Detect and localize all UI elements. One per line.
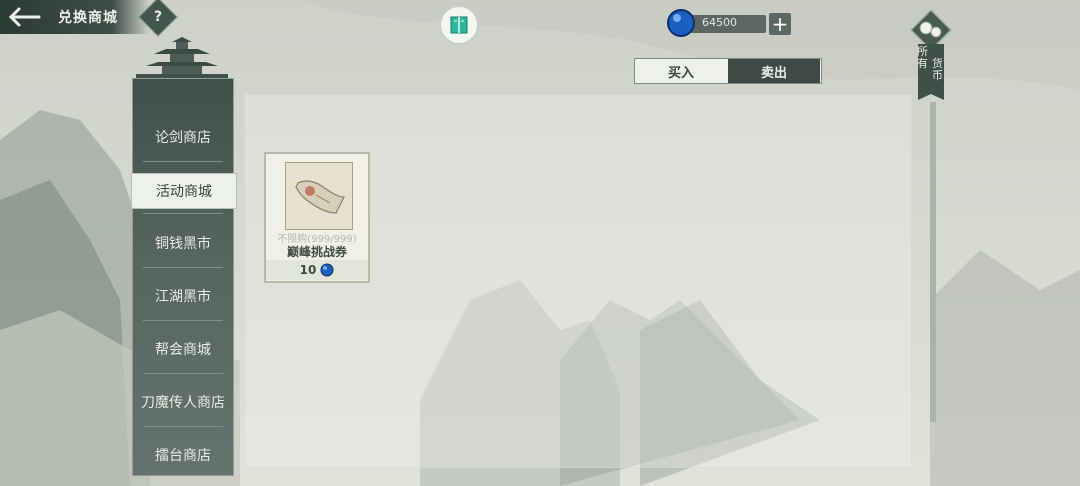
sidebar-item-guild-shop[interactable]: 帮会商城 — [133, 323, 233, 375]
book-icon — [450, 16, 468, 34]
page-title: 兑换商城 — [58, 10, 118, 26]
back-button[interactable] — [4, 3, 44, 31]
divider — [143, 213, 223, 214]
scroll-thumb[interactable] — [930, 102, 936, 422]
price-row: 10 — [266, 260, 368, 280]
add-currency-button[interactable]: + — [769, 13, 791, 35]
sidebar-item-blade-heir-shop[interactable]: 刀魔传人商店 — [133, 376, 233, 428]
right-tab-col2: 货币 — [932, 57, 943, 82]
all-currency-tab[interactable]: 所有 货币 — [917, 42, 947, 100]
right-tab-col1: 所有 — [917, 45, 928, 70]
divider — [143, 426, 223, 427]
divider — [143, 320, 223, 321]
divider — [143, 373, 223, 374]
question-icon: ? — [153, 9, 163, 25]
blue-orb-icon — [667, 9, 695, 37]
sidebar-item-copper-market[interactable]: 铜钱黑市 — [133, 217, 233, 269]
tab-sell[interactable]: 卖出 — [728, 59, 820, 83]
sidebar-item-lunjian[interactable]: 论剑商店 — [133, 111, 233, 163]
book-button[interactable] — [439, 5, 479, 45]
item-name: 巅峰挑战券 — [286, 245, 347, 259]
sidebar-item-jianghu-market[interactable]: 江湖黑市 — [133, 270, 233, 322]
divider — [143, 161, 223, 162]
currency-amount: 64500 — [702, 16, 737, 29]
divider — [143, 267, 223, 268]
shop-sidebar: 论剑商店 活动商城 铜钱黑市 江湖黑市 帮会商城 刀魔传人商店 擂台商店 — [131, 78, 237, 476]
item-price: 10 — [299, 263, 317, 277]
tab-buy[interactable]: 买入 — [635, 59, 727, 83]
sidebar-item-arena-shop[interactable]: 擂台商店 — [133, 429, 233, 481]
item-card[interactable]: 不限购(999/999) 巅峰挑战券 10 — [264, 152, 370, 283]
currency-bar: 64500 + — [666, 8, 796, 38]
arrow-left-icon — [8, 7, 41, 27]
ticket-icon — [295, 180, 345, 214]
sidebar-item-event[interactable]: 活动商城 — [131, 173, 237, 209]
blue-orb-icon — [320, 263, 334, 277]
item-thumbnail — [285, 162, 353, 230]
trade-tabs: 买入 卖出 — [634, 58, 822, 84]
